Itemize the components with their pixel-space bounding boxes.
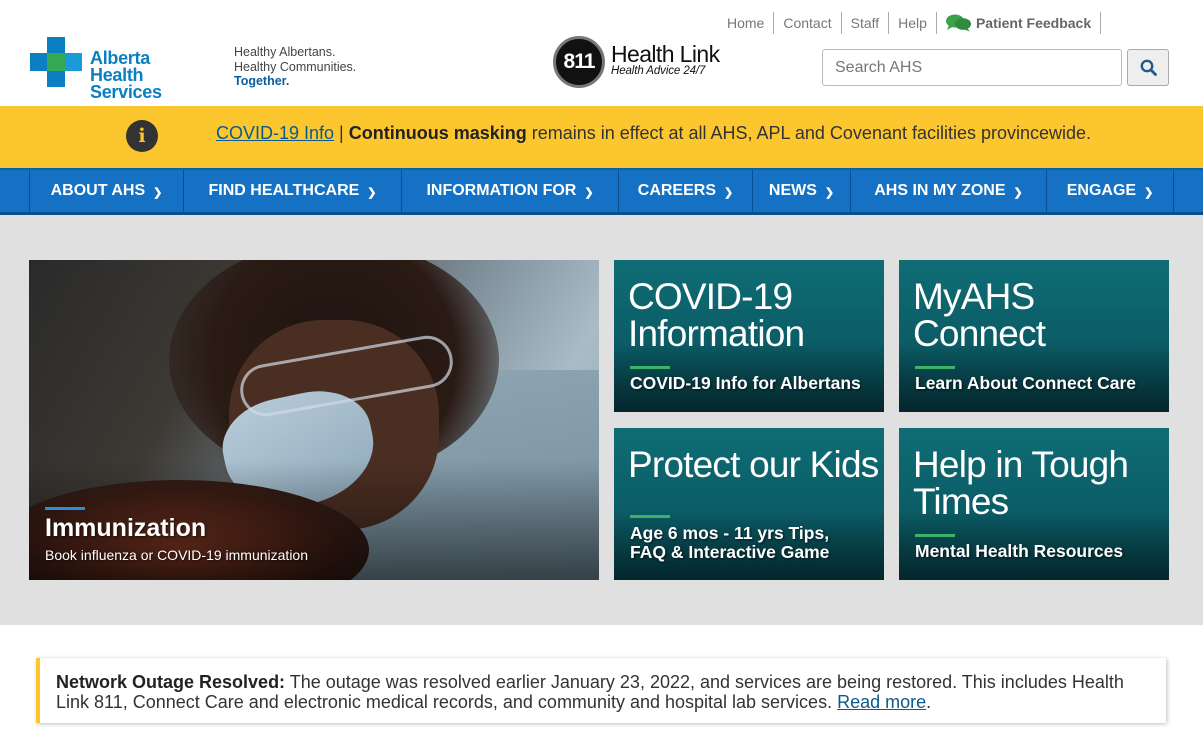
search-icon — [1140, 59, 1157, 76]
covid-alert-bar: i COVID-19 Info | Continuous masking rem… — [0, 106, 1203, 168]
utility-link-home[interactable]: Home — [718, 12, 775, 34]
tile-help-in-tough-times[interactable]: Help in Tough Times Mental Health Resour… — [899, 428, 1169, 580]
tagline: Healthy Albertans. Healthy Communities. … — [234, 45, 356, 89]
tile-caption: COVID-19 Info for Albertans — [630, 373, 861, 393]
nav-label-news: NEWS — [768, 182, 817, 199]
utility-link-staff[interactable]: Staff — [842, 12, 890, 34]
site-header: Alberta Health Services Healthy Albertan… — [0, 0, 1203, 106]
tile-accent-bar — [915, 534, 955, 537]
tile-accent-bar — [630, 515, 670, 518]
logo-text-line1: Alberta Health — [90, 48, 150, 85]
nav-item-about-ahs[interactable]: ABOUT AHS ❯ — [29, 170, 183, 212]
health-link-logo[interactable]: 811 Health Link Health Advice 24/7 — [553, 36, 723, 88]
tile-caption-line2: FAQ & Interactive Game — [630, 542, 830, 562]
tile-caption: Mental Health Resources — [915, 541, 1124, 561]
chat-bubbles-icon — [945, 14, 971, 32]
tile-heading-line1: Help in Tough — [913, 444, 1129, 485]
feature-accent-bar — [45, 507, 85, 510]
tile-caption: Learn About Connect Care — [915, 373, 1137, 393]
tile-heading-line2: Connect — [913, 313, 1046, 354]
nav-item-ahs-in-my-zone[interactable]: AHS IN MY ZONE ❯ — [850, 170, 1046, 212]
info-icon: i — [126, 120, 158, 152]
feature-title: Immunization — [45, 514, 207, 542]
tile-heading-line1: Protect our Kids — [628, 444, 879, 485]
tile-myahs-connect[interactable]: MyAHS Connect Learn About Connect Care — [899, 260, 1169, 412]
ahs-logo[interactable]: Alberta Health Services — [30, 37, 205, 101]
utility-link-contact[interactable]: Contact — [774, 12, 842, 34]
utility-nav: Home Contact Staff Help Patient Feedback — [718, 12, 1102, 34]
main-nav: ABOUT AHS ❯ FIND HEALTHCARE ❯ INFORMATION … — [0, 168, 1203, 215]
tile-protect-our-kids[interactable]: Protect our Kids Age 6 mos - 11 yrs Tips… — [614, 428, 884, 580]
notice-text: Network Outage Resolved: The outage was … — [56, 672, 1156, 712]
alert-message: COVID-19 Info | Continuous masking remai… — [216, 123, 1091, 144]
network-outage-notice: Network Outage Resolved: The outage was … — [36, 658, 1166, 723]
chevron-down-icon: ❯ — [153, 186, 163, 199]
read-more-link[interactable]: Read more — [837, 692, 926, 712]
nav-item-find-healthcare[interactable]: FIND HEALTHCARE ❯ — [183, 170, 401, 212]
tile-heading: MyAHS Connect — [913, 276, 1046, 354]
chevron-down-icon: ❯ — [367, 186, 377, 199]
tagline-line1: Healthy Albertans. — [234, 45, 336, 59]
tile-heading-line2: Information — [628, 313, 805, 354]
nav-label-ahs-in-my-zone: AHS IN MY ZONE — [874, 182, 1006, 199]
logo-text-line2: Services — [90, 82, 162, 102]
hero-section: Immunization Book influenza or COVID-19 … — [0, 215, 1203, 625]
health-link-title: Health Link — [611, 41, 720, 67]
chevron-down-icon: ❯ — [1144, 186, 1154, 199]
tagline-line2: Healthy Communities. — [234, 59, 357, 74]
covid-info-link[interactable]: COVID-19 Info — [216, 123, 334, 143]
search-button[interactable] — [1127, 49, 1169, 86]
chevron-down-icon: ❯ — [824, 186, 835, 199]
ahs-cross-icon — [30, 37, 82, 87]
utility-link-help[interactable]: Help — [889, 12, 937, 34]
tagline-line3: Together. — [234, 74, 290, 88]
patient-feedback-label: Patient Feedback — [975, 15, 1092, 31]
feature-immunization-card[interactable]: Immunization Book influenza or COVID-19 … — [29, 260, 599, 580]
patient-feedback-link[interactable]: Patient Feedback — [937, 12, 1102, 34]
alert-separator: | — [334, 123, 349, 143]
nav-item-careers[interactable]: CAREERS ❯ — [618, 170, 752, 212]
nav-label-information-for: INFORMATION FOR — [426, 182, 577, 199]
tile-covid-info[interactable]: COVID-19 Information COVID-19 Info for A… — [614, 260, 884, 412]
nav-label-engage: ENGAGE — [1066, 182, 1137, 199]
tile-accent-bar — [915, 366, 955, 369]
chevron-down-icon: ❯ — [584, 186, 594, 199]
tile-caption-line1: Age 6 mos - 11 yrs Tips, — [630, 523, 830, 543]
chevron-down-icon: ❯ — [724, 186, 734, 199]
tile-accent-bar — [630, 366, 670, 369]
alert-bold-text: Continuous masking — [348, 123, 527, 143]
nav-label-about-ahs: ABOUT AHS — [50, 182, 146, 199]
notice-end: . — [926, 692, 932, 712]
search-input[interactable] — [822, 49, 1122, 86]
nav-item-engage[interactable]: ENGAGE ❯ — [1046, 170, 1174, 212]
tile-heading-line1: COVID-19 — [628, 276, 793, 317]
tile-heading-line2: Times — [913, 481, 1009, 522]
notice-bold: Network Outage Resolved: — [56, 672, 286, 692]
health-link-811-badge: 811 — [553, 36, 605, 88]
tile-heading: Protect our Kids — [628, 444, 879, 485]
nav-item-information-for[interactable]: INFORMATION FOR ❯ — [401, 170, 618, 212]
chevron-down-icon: ❯ — [1013, 186, 1023, 199]
tile-caption: Age 6 mos - 11 yrs Tips, FAQ & Interacti… — [630, 524, 829, 562]
logo-text: Alberta Health Services — [90, 48, 205, 102]
tile-heading-line1: MyAHS — [913, 276, 1035, 317]
tile-heading: Help in Tough Times — [913, 444, 1129, 522]
health-link-subtitle: Health Advice 24/7 — [611, 65, 706, 77]
feature-subtitle: Book influenza or COVID-19 immunization — [45, 547, 309, 563]
alert-rest-text: remains in effect at all AHS, APL and Co… — [526, 123, 1092, 143]
tile-heading: COVID-19 Information — [628, 276, 805, 354]
nav-item-news[interactable]: NEWS ❯ — [752, 170, 850, 212]
nav-label-careers: CAREERS — [637, 182, 716, 199]
nav-label-find-healthcare: FIND HEALTHCARE — [208, 182, 360, 199]
